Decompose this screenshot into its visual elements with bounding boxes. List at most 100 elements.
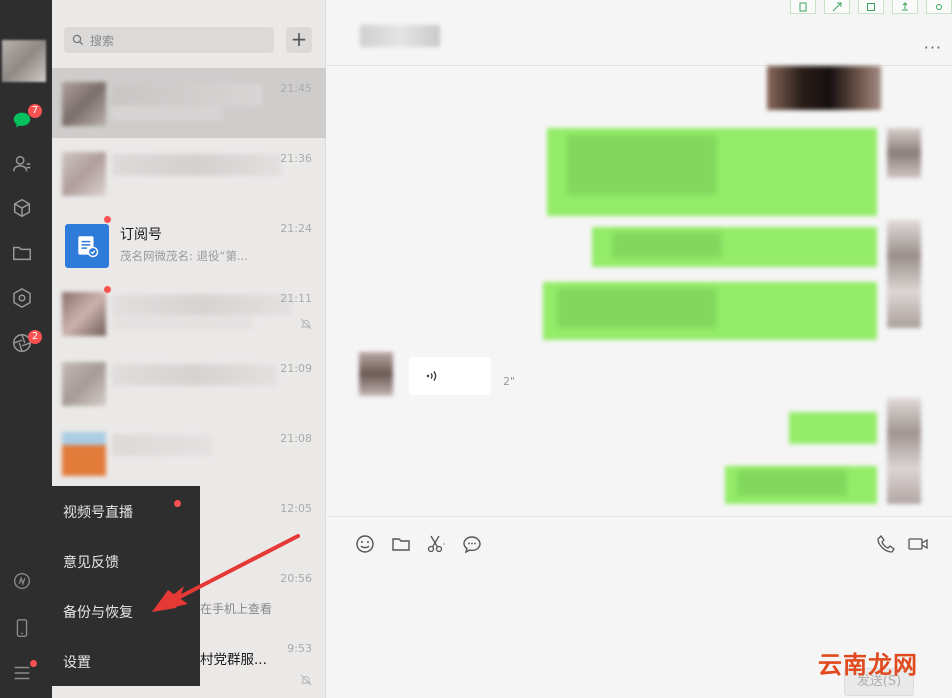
site-watermark: 云南龙网 (818, 651, 918, 679)
share-icon (902, 1, 908, 10)
conversation-time: 21:36 (280, 152, 312, 165)
emoji-button[interactable] (354, 533, 376, 555)
send-file-button[interactable] (390, 533, 412, 555)
menu-item-backup-restore[interactable]: 备份与恢复 (63, 602, 133, 622)
conversation-time: 21:08 (280, 432, 312, 445)
favorites-nav[interactable] (10, 196, 34, 220)
mobile-phone-icon (16, 619, 28, 637)
menu-item-dot (174, 500, 181, 507)
conversation-time: 12:05 (280, 502, 312, 515)
chat-unread-badge: 7 (28, 104, 42, 118)
window-control[interactable] (790, 0, 816, 14)
conversation-row[interactable]: 21:36 (52, 138, 326, 208)
my-avatar[interactable] (887, 128, 921, 178)
cube-icon (13, 198, 31, 218)
window-control[interactable] (892, 0, 918, 14)
search-placeholder: 搜索 (90, 33, 115, 48)
navigation-rail: 7 2 (0, 0, 52, 698)
mute-icon (300, 674, 312, 686)
conversation-row[interactable]: 21:45 (52, 68, 326, 138)
name-redacted (112, 154, 282, 176)
conversation-name: 村党群服... (200, 652, 267, 668)
preview-redacted (112, 106, 222, 120)
bubble-redaction (557, 288, 717, 328)
bubble-redaction (737, 470, 847, 496)
conversation-preview: 茂名网微茂名: 退役“第... (120, 249, 248, 263)
menu-item-channels-live[interactable]: 视频号直播 (63, 502, 133, 522)
settings-gear-icon (936, 3, 942, 10)
speech-bubble-icon (463, 536, 481, 554)
avatar (62, 82, 106, 126)
chat-panel: ··· 2" 发送(S) (327, 0, 952, 698)
chat-history-button[interactable] (461, 533, 483, 555)
contacts-nav[interactable] (10, 152, 34, 176)
bubble-redaction (612, 232, 722, 258)
pin-icon (799, 2, 807, 11)
channels-icon (13, 572, 31, 590)
conversation-time: 9:53 (287, 642, 312, 655)
screenshot-button[interactable] (425, 533, 447, 555)
avatar (62, 432, 106, 476)
window-control[interactable] (926, 0, 952, 14)
window-control[interactable] (858, 0, 884, 14)
subscription-icon (78, 236, 99, 258)
video-camera-icon (908, 538, 928, 550)
phone-icon (877, 535, 895, 553)
name-redacted (112, 364, 277, 386)
my-avatar[interactable] (887, 220, 921, 328)
window-control[interactable] (824, 0, 850, 14)
conversation-row-subscriptions[interactable]: 订阅号 茂名网微茂名: 退役“第... 21:24 (52, 208, 326, 278)
conversation-preview: 在手机上查看 (200, 602, 273, 616)
smiley-icon (356, 535, 374, 553)
mini-programs-nav[interactable] (10, 286, 34, 310)
voice-duration: 2" (503, 375, 516, 388)
name-redacted (112, 84, 262, 106)
name-redacted (112, 294, 292, 316)
phone-nav[interactable] (10, 616, 34, 640)
mute-icon (300, 318, 312, 330)
search-input[interactable]: 搜索 (64, 27, 274, 53)
conversation-time: 20:56 (280, 572, 312, 585)
voice-call-button[interactable] (875, 533, 897, 555)
contact-avatar[interactable] (359, 352, 393, 396)
conversation-time: 21:09 (280, 362, 312, 375)
voice-message-bubble[interactable] (409, 357, 491, 395)
menu-item-feedback[interactable]: 意见反馈 (63, 552, 119, 572)
avatar (62, 152, 106, 196)
preview-redacted (112, 316, 252, 330)
contacts-icon (13, 155, 31, 172)
scissors-icon (427, 535, 445, 553)
files-nav[interactable] (10, 241, 34, 265)
avatar (62, 362, 106, 406)
image-message-redacted[interactable] (767, 66, 881, 110)
chat-title-redacted (360, 25, 440, 47)
menu-item-settings[interactable]: 设置 (63, 652, 91, 672)
moments-badge: 2 (28, 330, 42, 344)
outgoing-message-bubble[interactable] (789, 412, 877, 444)
unread-dot (104, 216, 111, 223)
voice-wave-icon (426, 371, 437, 381)
unread-dot (104, 286, 111, 293)
name-redacted (112, 434, 212, 456)
conversation-row[interactable]: 21:09 (52, 348, 326, 418)
my-avatar[interactable] (887, 398, 921, 504)
conversation-time: 21:45 (280, 82, 312, 95)
subscription-avatar (65, 224, 109, 268)
folder-icon (13, 246, 31, 261)
user-avatar[interactable] (2, 40, 46, 82)
folder-icon (392, 538, 410, 551)
conversation-time: 21:11 (280, 292, 312, 305)
bubble-redaction (567, 135, 717, 195)
conversation-row[interactable]: 21:08 (52, 418, 326, 488)
video-call-button[interactable] (907, 533, 929, 555)
expand-icon (832, 2, 842, 11)
channels-nav[interactable] (10, 569, 34, 593)
add-button[interactable]: + (286, 27, 312, 53)
avatar (62, 292, 106, 336)
settings-popup-menu: 视频号直播 意见反馈 备份与恢复 设置 (52, 486, 200, 686)
save-icon (867, 2, 875, 11)
menu-notification-dot (30, 660, 37, 667)
more-options-button[interactable]: ··· (924, 38, 942, 57)
hexagon-icon (13, 287, 31, 309)
conversation-row[interactable]: 21:11 (52, 278, 326, 348)
